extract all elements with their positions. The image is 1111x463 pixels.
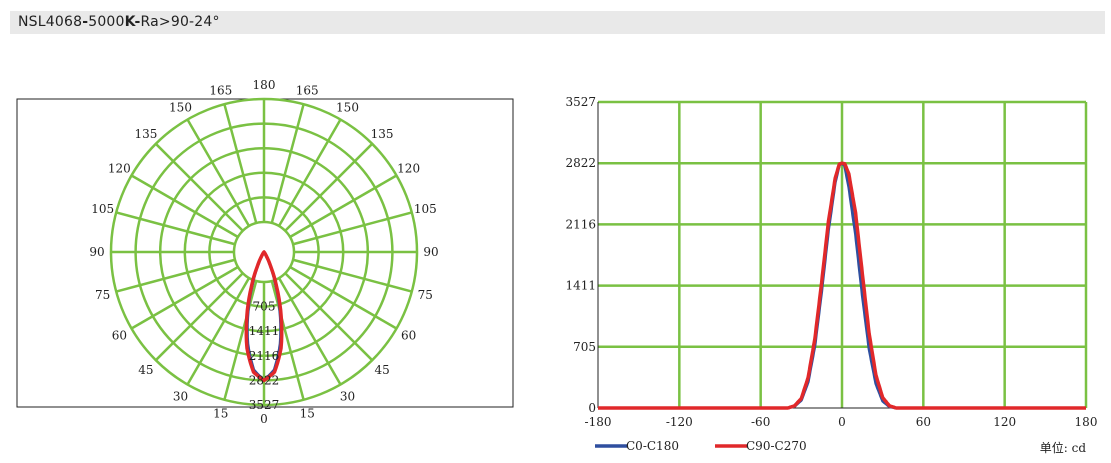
x-tick-label: 180 xyxy=(1075,415,1098,429)
polar-radial-label: 3527 xyxy=(249,398,280,412)
polar-radial-label: 1411 xyxy=(249,324,280,338)
legend-label: C0-C180 xyxy=(626,439,679,453)
x-tick-label: 120 xyxy=(993,415,1016,429)
polar-angle-label: 120 xyxy=(108,162,131,176)
polar-angle-label: 90 xyxy=(89,245,104,259)
polar-angle-label: 135 xyxy=(371,127,394,141)
y-tick-label: 2116 xyxy=(565,217,596,231)
x-tick-label: -180 xyxy=(585,415,612,429)
polar-radial-label: 705 xyxy=(253,300,276,314)
polar-angle-label: 75 xyxy=(418,288,433,302)
polar-angle-label: 90 xyxy=(423,245,438,259)
x-tick-label: 0 xyxy=(838,415,846,429)
polar-angle-label: 165 xyxy=(296,84,319,98)
y-tick-label: 705 xyxy=(573,340,596,354)
polar-angle-label: 120 xyxy=(397,162,420,176)
y-tick-label: 2822 xyxy=(565,156,596,170)
polar-angle-label: 30 xyxy=(173,390,188,404)
polar-angle-label: 60 xyxy=(112,329,127,343)
y-tick-label: 1411 xyxy=(565,279,596,293)
x-tick-label: 60 xyxy=(916,415,931,429)
polar-angle-label: 105 xyxy=(414,202,437,216)
line-chart: 0 705 1411 2116 2822 3527 -180 -120 -60 0 60 120 180… xyxy=(565,95,1097,455)
legend: C0-C180 C90-C270 xyxy=(595,439,807,453)
polar-angle-label: 105 xyxy=(91,202,114,216)
polar-angle-label: 15 xyxy=(300,406,315,420)
y-tick-label: 3527 xyxy=(565,95,596,109)
polar-radial-label: 2822 xyxy=(249,373,280,387)
x-tick-label: -120 xyxy=(666,415,693,429)
polar-radial-label: 2116 xyxy=(249,349,280,363)
polar-angle-label: 150 xyxy=(336,100,359,114)
polar-chart: 0 15 15 30 30 45 45 60 60 75 75 90 90 105 105 120 120 135… xyxy=(16,78,514,426)
polar-angle-label: 0 xyxy=(260,412,268,426)
unit-label: 单位: cd xyxy=(1040,440,1087,455)
y-tick-label: 0 xyxy=(588,401,596,415)
polar-angle-label: 150 xyxy=(169,100,192,114)
polar-angle-label: 45 xyxy=(138,363,153,377)
line-grid xyxy=(597,100,1088,409)
polar-angle-label: 30 xyxy=(340,390,355,404)
line-labels: 0 705 1411 2116 2822 3527 -180 -120 -60 0 60 120 180 xyxy=(565,95,1097,429)
legend-label: C90-C270 xyxy=(746,439,807,453)
polar-angle-label: 75 xyxy=(95,288,110,302)
polar-angle-label: 15 xyxy=(213,406,228,420)
polar-angle-label: 45 xyxy=(374,363,389,377)
polar-angle-label: 180 xyxy=(253,78,276,92)
charts-canvas: 0 15 15 30 30 45 45 60 60 75 75 90 90 105 105 120 120 135… xyxy=(16,78,1097,455)
x-tick-label: -60 xyxy=(751,415,770,429)
polar-angle-label: 135 xyxy=(134,127,157,141)
polar-angle-label: 60 xyxy=(401,329,416,343)
polar-angle-label: 165 xyxy=(209,84,232,98)
